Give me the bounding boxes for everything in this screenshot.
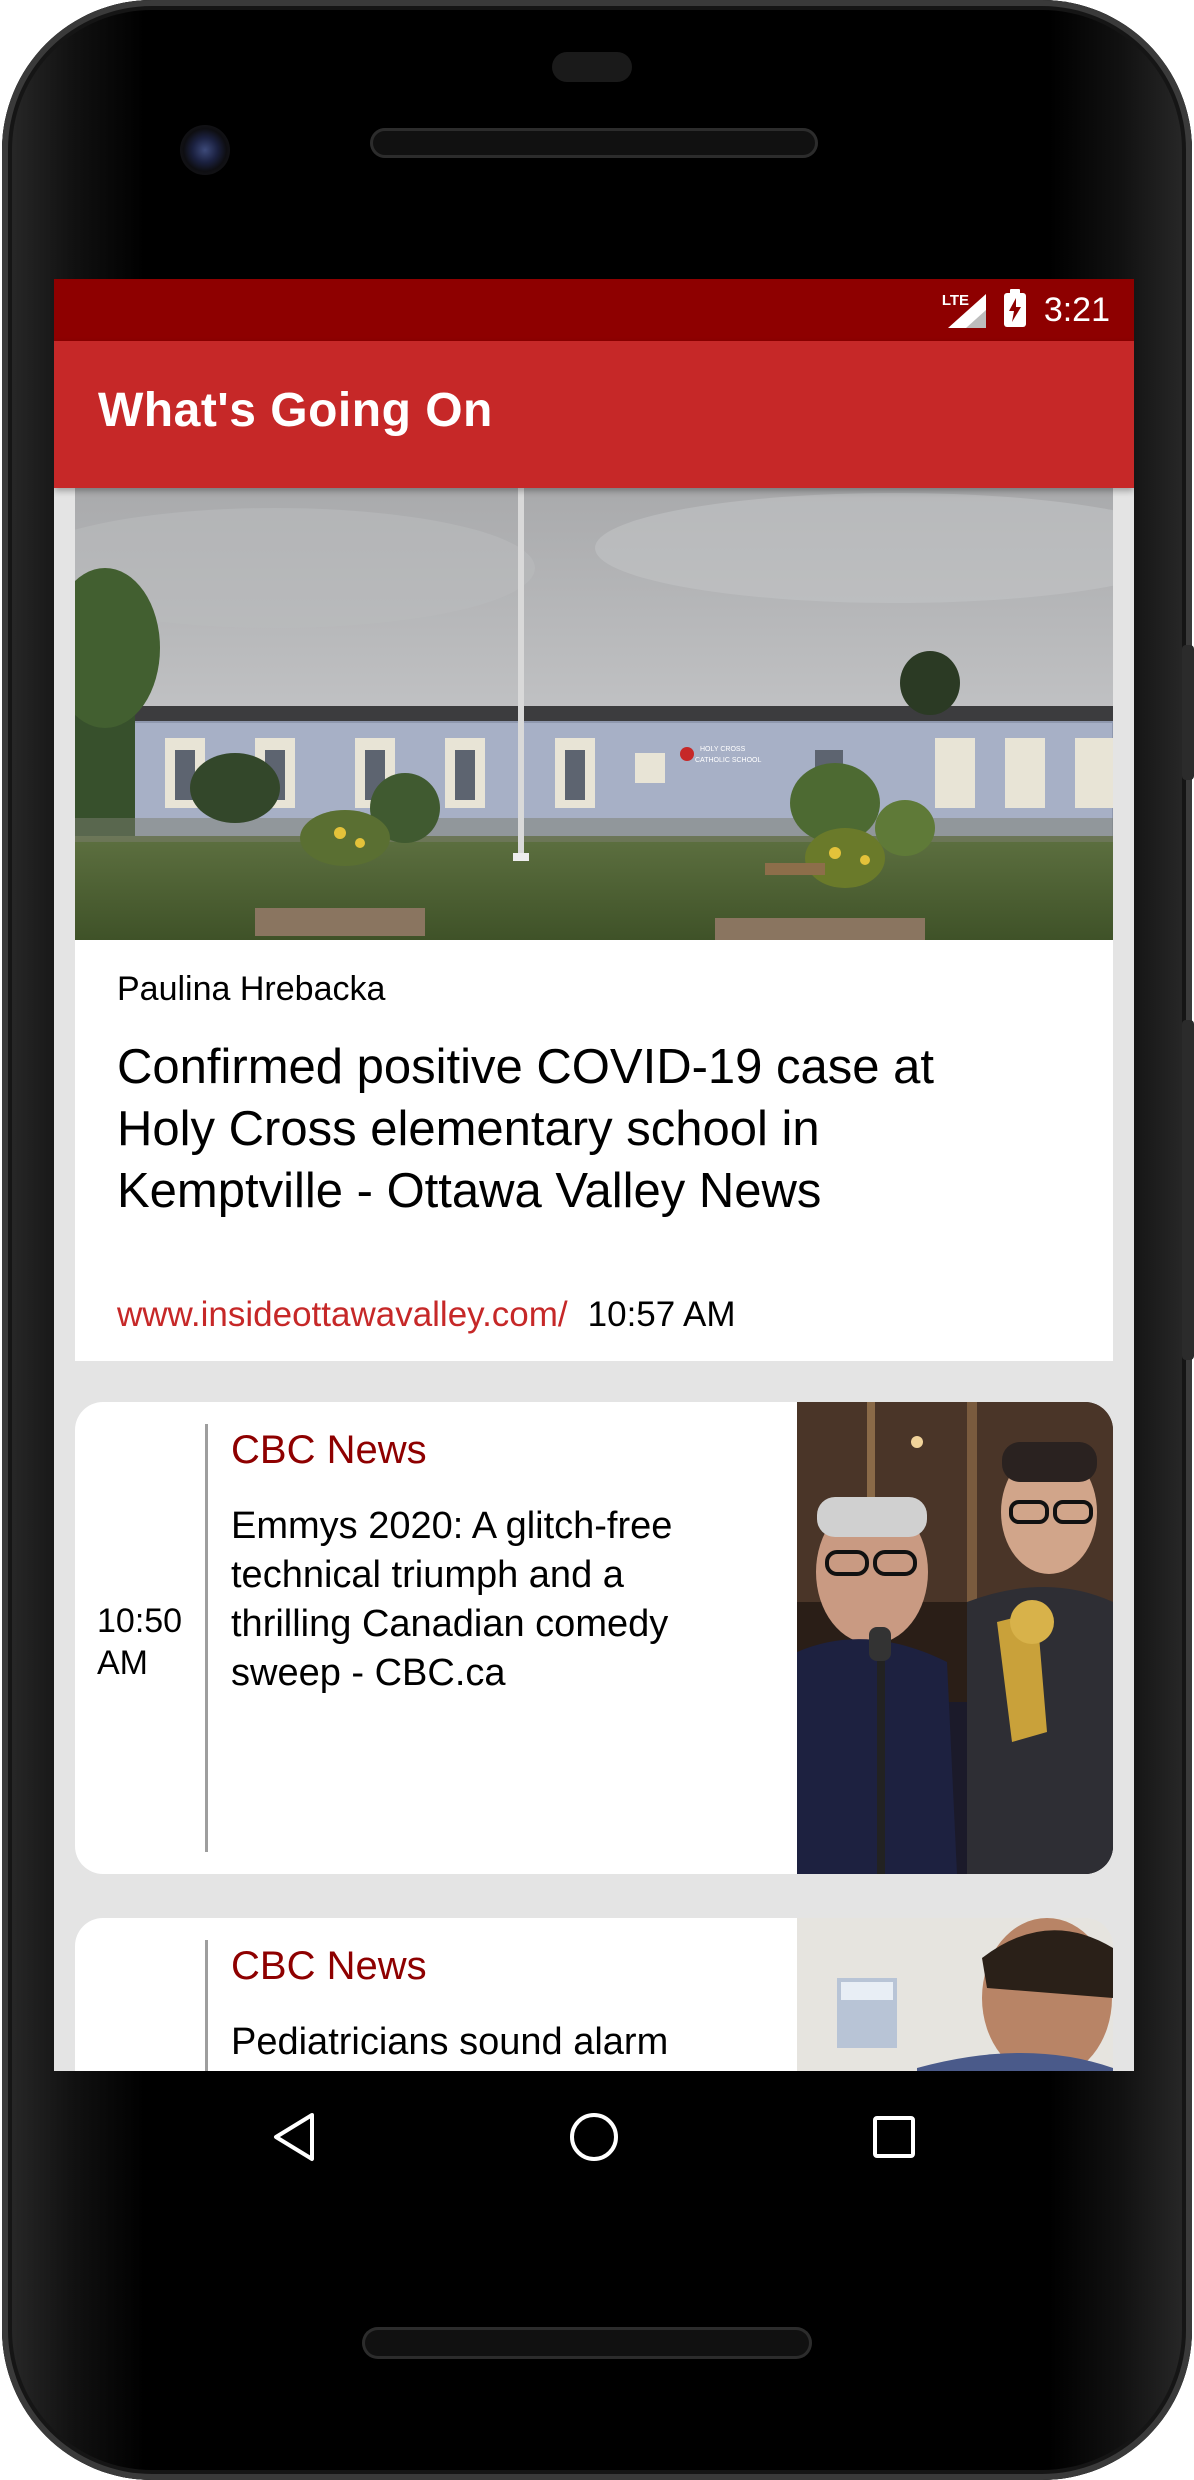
app-bar: What's Going On [54, 341, 1134, 488]
phone-frame: LTE 3:21 What's Going On HOLY CROSS CATH… [2, 0, 1194, 2480]
featured-article-card[interactable]: HOLY CROSS CATHOLIC SCHOOL Paulina Hreba… [75, 488, 1113, 1361]
power-button [1182, 645, 1194, 780]
news-feed[interactable]: HOLY CROSS CATHOLIC SCHOOL Paulina Hreba… [54, 488, 1134, 2071]
article-thumbnail[interactable] [797, 1402, 1113, 1874]
article-thumbnail[interactable] [797, 1918, 1113, 2071]
app-title: What's Going On [98, 384, 493, 437]
battery-charging-icon [1003, 289, 1026, 327]
status-bar: LTE 3:21 [54, 279, 1134, 341]
svg-text:CATHOLIC SCHOOL: CATHOLIC SCHOOL [695, 757, 761, 764]
status-time: 3:21 [1043, 290, 1110, 329]
article-title[interactable]: Pediatricians sound alarm [231, 2018, 751, 2067]
article-card[interactable]: CBC News Pediatricians sound alarm [75, 1918, 1113, 2071]
article-time: 10:50 AM [97, 1602, 183, 1682]
article-source: CBC News [231, 1428, 427, 1472]
article-source: CBC News [231, 1944, 427, 1988]
article-author: Paulina Hrebacka [117, 970, 386, 1008]
earpiece-speaker [370, 128, 818, 158]
recents-icon[interactable] [864, 2107, 924, 2167]
article-time: 10:57 AM [587, 1295, 736, 1334]
article-source-link[interactable]: www.insideottawavalley.com/ [117, 1295, 568, 1334]
featured-article-image[interactable]: HOLY CROSS CATHOLIC SCHOOL [75, 488, 1113, 940]
article-headline[interactable]: Confirmed positive COVID-19 case at Holy… [117, 1036, 1017, 1222]
timeline-divider [205, 1940, 208, 2071]
top-slot [552, 52, 632, 82]
status-icons: LTE 3:21 [941, 279, 1110, 341]
back-icon[interactable] [264, 2107, 324, 2167]
school-sign: HOLY CROSS [700, 746, 746, 753]
bottom-speaker [362, 2327, 812, 2359]
article-title[interactable]: Emmys 2020: A glitch-free technical triu… [231, 1502, 751, 1698]
volume-button [1182, 1020, 1194, 1360]
article-source-row: www.insideottawavalley.com/10:57 AM [117, 1295, 736, 1335]
front-camera [180, 125, 230, 175]
screen: LTE 3:21 What's Going On HOLY CROSS CATH… [54, 279, 1134, 2071]
navigation-bar [54, 2071, 1134, 2201]
timeline-divider [205, 1424, 208, 1852]
home-icon[interactable] [564, 2107, 624, 2167]
lte-signal-icon: LTE [941, 290, 986, 330]
article-card[interactable]: 10:50 AM CBC News Emmys 2020: A glitch-f… [75, 1402, 1113, 1874]
network-label: LTE [941, 292, 970, 309]
